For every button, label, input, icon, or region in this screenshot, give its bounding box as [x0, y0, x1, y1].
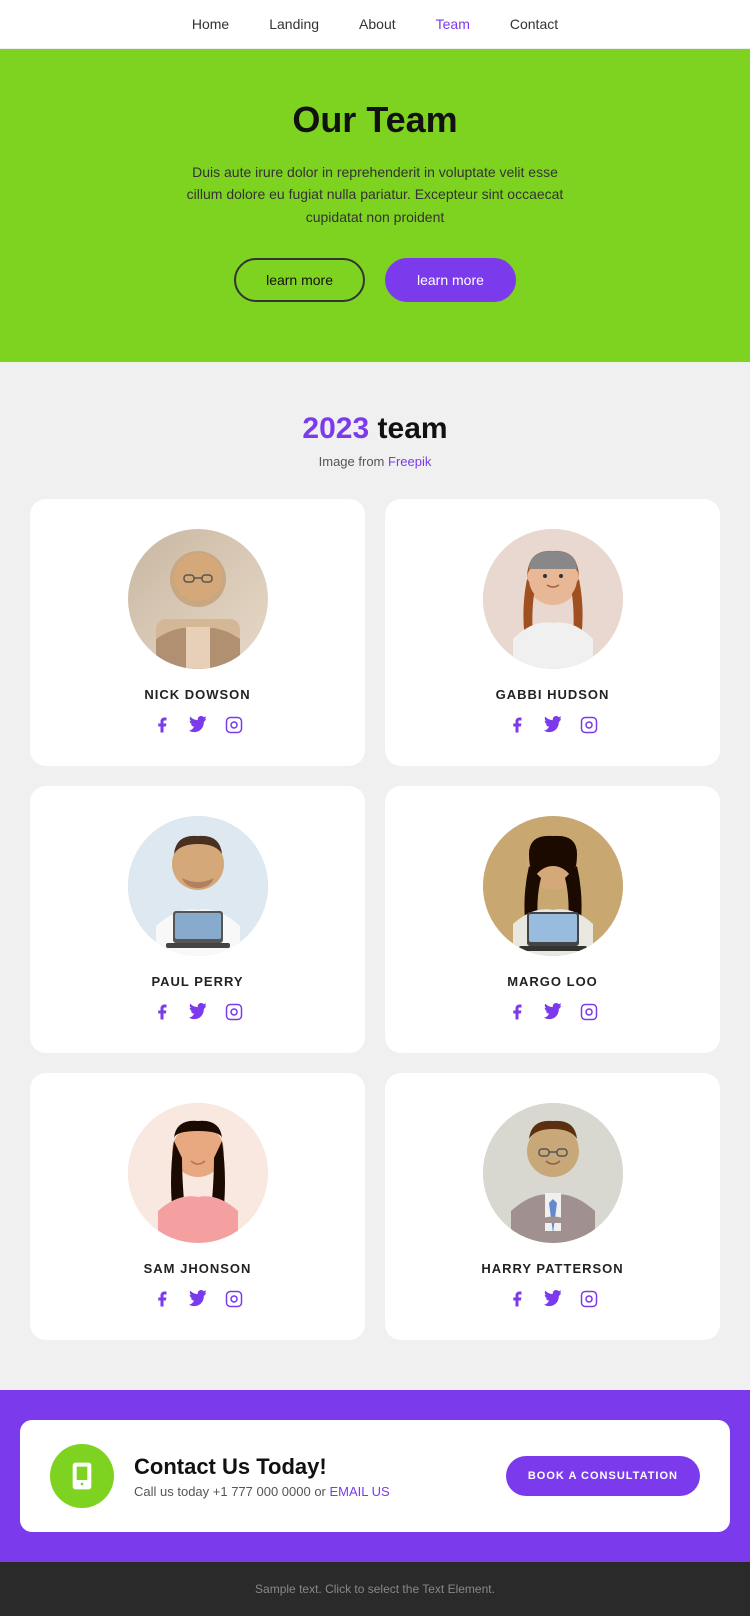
social-icons-harry	[506, 1288, 600, 1310]
navigation: Home Landing About Team Contact	[0, 0, 750, 49]
contact-text: Contact Us Today! Call us today +1 777 0…	[134, 1454, 486, 1499]
contact-icon-wrap	[50, 1444, 114, 1508]
instagram-icon-nick[interactable]	[223, 714, 245, 736]
footer: Sample text. Click to select the Text El…	[0, 1562, 750, 1616]
name-harry: HARRY PATTERSON	[481, 1261, 623, 1276]
book-consultation-button[interactable]: BOOK A CONSULTATION	[506, 1456, 700, 1496]
instagram-icon-margo[interactable]	[578, 1001, 600, 1023]
phone-icon	[66, 1460, 98, 1492]
twitter-icon-sam[interactable]	[187, 1288, 209, 1310]
hero-title: Our Team	[40, 99, 710, 141]
team-card-margo: MARGO LOO	[385, 786, 720, 1053]
avatar-harry	[483, 1103, 623, 1243]
facebook-icon-gabbi[interactable]	[506, 714, 528, 736]
avatar-margo	[483, 816, 623, 956]
learn-more-outline-button[interactable]: learn more	[234, 258, 365, 302]
name-nick: NICK DOWSON	[144, 687, 250, 702]
twitter-icon-margo[interactable]	[542, 1001, 564, 1023]
nav-team[interactable]: Team	[436, 16, 470, 32]
social-icons-gabbi	[506, 714, 600, 736]
twitter-icon-gabbi[interactable]	[542, 714, 564, 736]
freepik-link[interactable]: Freepik	[388, 454, 431, 469]
nav-home[interactable]: Home	[192, 16, 229, 32]
nav-contact[interactable]: Contact	[510, 16, 558, 32]
instagram-icon-harry[interactable]	[578, 1288, 600, 1310]
facebook-icon-sam[interactable]	[151, 1288, 173, 1310]
contact-card: Contact Us Today! Call us today +1 777 0…	[20, 1420, 730, 1532]
contact-title: Contact Us Today!	[134, 1454, 486, 1480]
hero-description: Duis aute irure dolor in reprehenderit i…	[185, 161, 565, 228]
nav-about[interactable]: About	[359, 16, 396, 32]
name-sam: SAM JHONSON	[144, 1261, 252, 1276]
facebook-icon-nick[interactable]	[151, 714, 173, 736]
facebook-icon-paul[interactable]	[151, 1001, 173, 1023]
social-icons-sam	[151, 1288, 245, 1310]
team-card-harry: HARRY PATTERSON	[385, 1073, 720, 1340]
hero-buttons: learn more learn more	[40, 258, 710, 302]
team-card-paul: PAUL PERRY	[30, 786, 365, 1053]
hero-section: Our Team Duis aute irure dolor in repreh…	[0, 49, 750, 362]
learn-more-filled-button[interactable]: learn more	[385, 258, 516, 302]
twitter-icon-nick[interactable]	[187, 714, 209, 736]
facebook-icon-margo[interactable]	[506, 1001, 528, 1023]
name-gabbi: GABBI HUDSON	[496, 687, 610, 702]
email-link[interactable]: EMAIL US	[330, 1484, 390, 1499]
footer-text: Sample text. Click to select the Text El…	[20, 1582, 730, 1596]
twitter-icon-harry[interactable]	[542, 1288, 564, 1310]
twitter-icon-paul[interactable]	[187, 1001, 209, 1023]
facebook-icon-harry[interactable]	[506, 1288, 528, 1310]
team-card-nick: NICK DOWSON	[30, 499, 365, 766]
team-heading: 2023 team	[30, 412, 720, 446]
social-icons-paul	[151, 1001, 245, 1023]
team-year: 2023	[302, 412, 369, 445]
instagram-icon-paul[interactable]	[223, 1001, 245, 1023]
instagram-icon-gabbi[interactable]	[578, 714, 600, 736]
team-card-sam: SAM JHONSON	[30, 1073, 365, 1340]
contact-phone-text: Call us today +1 777 000 0000 or EMAIL U…	[134, 1484, 486, 1499]
name-paul: PAUL PERRY	[151, 974, 243, 989]
team-subtext: Image from Freepik	[30, 454, 720, 469]
nav-landing[interactable]: Landing	[269, 16, 319, 32]
team-section: 2023 team Image from Freepik	[0, 362, 750, 1390]
avatar-sam	[128, 1103, 268, 1243]
team-word: team	[378, 412, 448, 445]
avatar-nick	[128, 529, 268, 669]
avatar-paul	[128, 816, 268, 956]
team-card-gabbi: GABBI HUDSON	[385, 499, 720, 766]
avatar-gabbi	[483, 529, 623, 669]
team-grid: NICK DOWSON	[30, 499, 720, 1340]
social-icons-margo	[506, 1001, 600, 1023]
instagram-icon-sam[interactable]	[223, 1288, 245, 1310]
social-icons-nick	[151, 714, 245, 736]
name-margo: MARGO LOO	[507, 974, 598, 989]
